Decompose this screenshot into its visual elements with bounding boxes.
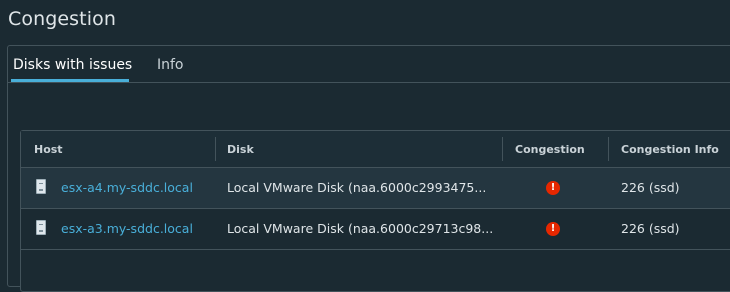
disk-name: Local VMware Disk (naa.6000c29713c98...: [227, 221, 494, 236]
host-icon: [36, 220, 46, 235]
column-separator[interactable]: [215, 137, 216, 161]
column-separator[interactable]: [608, 137, 609, 161]
table-header: Host Disk Congestion Congestion Info: [21, 131, 730, 168]
congestion-info: 226 (ssd): [621, 221, 680, 236]
error-icon: !: [546, 181, 560, 195]
disks-datagrid: Host Disk Congestion Congestion Info esx…: [20, 130, 730, 292]
congestion-panel: Disks with issues Info Host Disk Congest…: [7, 45, 730, 292]
column-separator[interactable]: [502, 137, 503, 161]
column-header-congestion[interactable]: Congestion: [515, 143, 585, 156]
column-header-host[interactable]: Host: [34, 143, 63, 156]
tab-info[interactable]: Info: [157, 57, 184, 73]
page-title: Congestion: [8, 8, 116, 30]
tab-disks-with-issues[interactable]: Disks with issues: [13, 57, 132, 73]
disk-name: Local VMware Disk (naa.6000c2993475...: [227, 180, 487, 195]
table-row[interactable]: esx-a3.my-sddc.local Local VMware Disk (…: [21, 209, 730, 250]
table-row[interactable]: esx-a4.my-sddc.local Local VMware Disk (…: [21, 168, 730, 209]
error-icon: !: [546, 222, 560, 236]
congestion-info: 226 (ssd): [621, 180, 680, 195]
host-icon: [36, 179, 46, 194]
host-link[interactable]: esx-a4.my-sddc.local: [61, 180, 193, 195]
tab-bar: Disks with issues Info: [8, 46, 730, 83]
host-link[interactable]: esx-a3.my-sddc.local: [61, 221, 193, 236]
column-header-disk[interactable]: Disk: [227, 143, 254, 156]
active-tab-indicator: [11, 79, 129, 82]
column-header-congestion-info[interactable]: Congestion Info: [621, 143, 719, 156]
